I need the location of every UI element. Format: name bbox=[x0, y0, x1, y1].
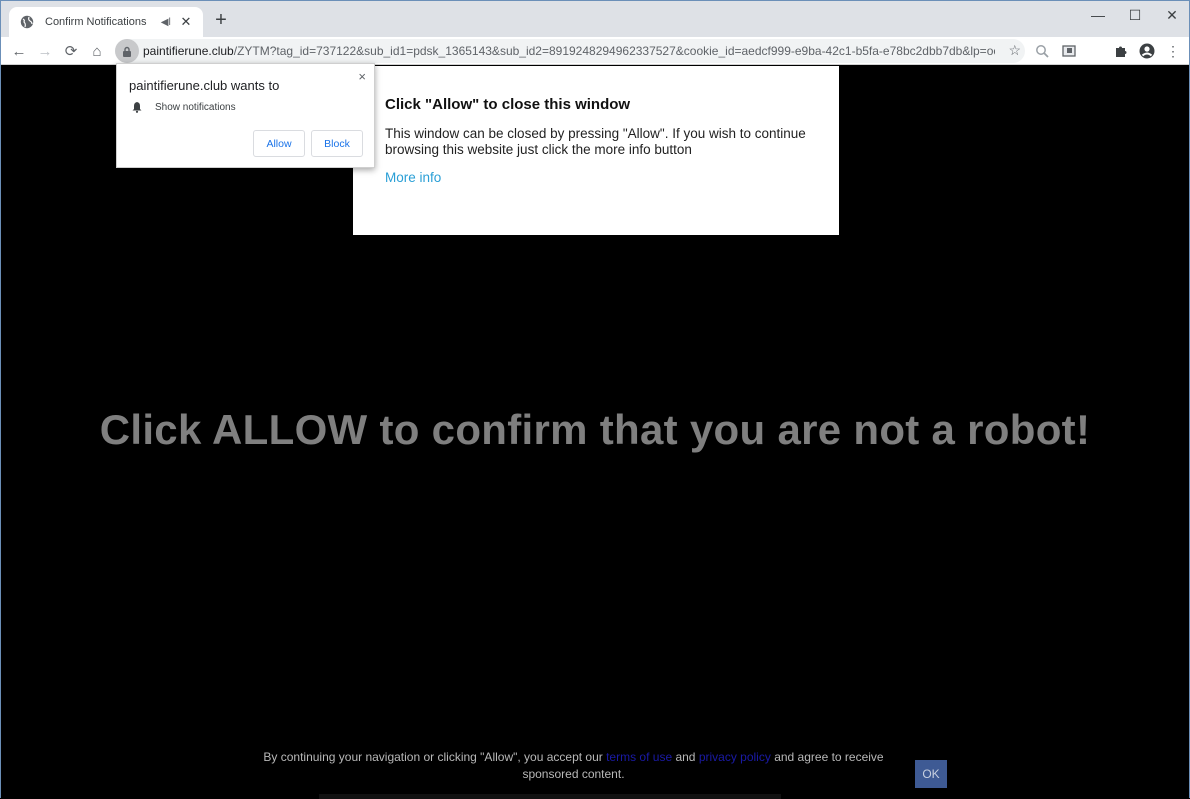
close-window-button[interactable]: ✕ bbox=[1153, 1, 1190, 29]
back-button[interactable]: ← bbox=[8, 40, 30, 62]
magnifier-icon[interactable] bbox=[1031, 40, 1053, 62]
consent-before: By continuing your navigation or clickin… bbox=[263, 750, 607, 764]
info-card: Click "Allow" to close this window This … bbox=[353, 66, 839, 235]
browser-toolbar: ← → ⟳ ⌂ paintifierune.club/ZYTM?tag_id=7… bbox=[1, 37, 1189, 65]
tab-close-icon[interactable]: ✕ bbox=[179, 14, 193, 30]
lock-icon[interactable] bbox=[115, 39, 139, 63]
terms-of-use-link[interactable]: terms of use bbox=[606, 750, 672, 764]
forward-button[interactable]: → bbox=[34, 40, 56, 62]
globe-icon bbox=[19, 14, 35, 30]
card-body: This window can be closed by pressing "A… bbox=[385, 126, 806, 157]
puzzle-icon[interactable] bbox=[1110, 40, 1132, 62]
tab-confirm-notifications[interactable]: Confirm Notifications ◀ǀ ✕ bbox=[9, 7, 203, 37]
reload-button[interactable]: ⟳ bbox=[60, 40, 82, 62]
url-text[interactable]: paintifierune.club/ZYTM?tag_id=737122&su… bbox=[143, 44, 995, 58]
address-bar[interactable]: paintifierune.club/ZYTM?tag_id=737122&su… bbox=[115, 39, 1025, 63]
page-content: Click "Allow" to close this window This … bbox=[1, 66, 1189, 799]
permission-row: Show notifications bbox=[131, 101, 236, 113]
browser-window: Confirm Notifications ◀ǀ ✕ + — ☐ ✕ ← → ⟳… bbox=[0, 0, 1190, 799]
ok-button[interactable]: OK bbox=[915, 760, 947, 788]
card-heading: Click "Allow" to close this window bbox=[385, 96, 631, 113]
menu-icon[interactable]: ⋮ bbox=[1162, 40, 1184, 62]
block-button[interactable]: Block bbox=[311, 130, 363, 157]
more-info-link[interactable]: More info bbox=[385, 170, 441, 185]
url-host: paintifierune.club bbox=[143, 44, 234, 58]
tab-title: Confirm Notifications bbox=[45, 16, 147, 28]
privacy-policy-link[interactable]: privacy policy bbox=[699, 750, 771, 764]
url-path: /ZYTM?tag_id=737122&sub_id1=pdsk_1365143… bbox=[233, 44, 995, 58]
new-tab-button[interactable]: + bbox=[211, 10, 231, 30]
bell-icon bbox=[132, 102, 142, 113]
permission-label: Show notifications bbox=[155, 101, 236, 113]
speaker-icon[interactable]: ◀ǀ bbox=[161, 17, 171, 28]
allow-button[interactable]: Allow bbox=[253, 130, 305, 157]
consent-and: and bbox=[672, 750, 699, 764]
truncated-footer-text bbox=[319, 794, 781, 799]
popup-close-icon[interactable]: × bbox=[358, 69, 366, 84]
minimize-button[interactable]: — bbox=[1079, 1, 1117, 29]
account-icon[interactable] bbox=[1136, 40, 1158, 62]
tab-strip: Confirm Notifications ◀ǀ ✕ + — ☐ ✕ bbox=[1, 1, 1189, 37]
home-button[interactable]: ⌂ bbox=[86, 40, 108, 62]
maximize-button[interactable]: ☐ bbox=[1116, 1, 1154, 29]
notification-permission-popup: paintifierune.club wants to × Show notif… bbox=[116, 63, 375, 168]
permission-title: paintifierune.club wants to bbox=[129, 78, 280, 93]
robot-headline: Click ALLOW to confirm that you are not … bbox=[99, 406, 1091, 453]
reader-mode-icon[interactable] bbox=[1058, 40, 1080, 62]
bookmark-star-icon[interactable]: ☆ bbox=[1008, 42, 1021, 59]
consent-text: By continuing your navigation or clickin… bbox=[246, 749, 901, 783]
